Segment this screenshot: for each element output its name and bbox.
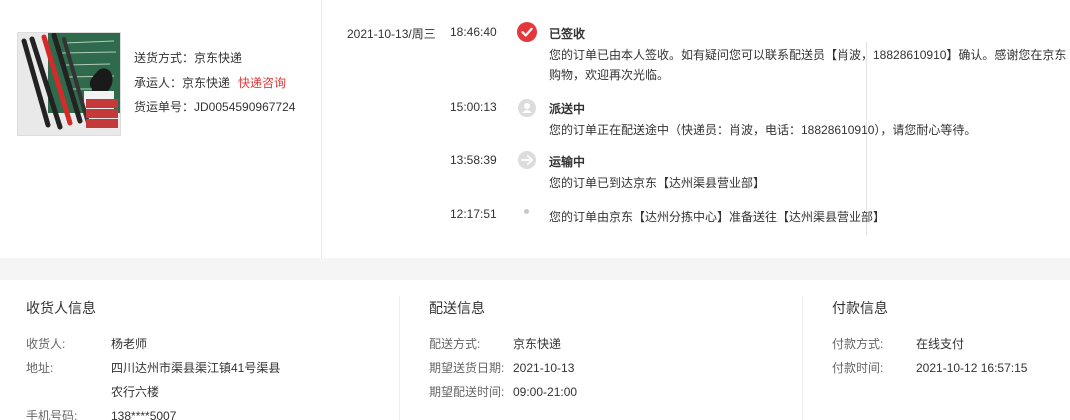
product-image xyxy=(18,33,120,135)
carrier-row: 送货方式：京东快递 xyxy=(134,46,295,71)
carrier-value: 京东快递 xyxy=(194,51,243,65)
delivery-title: 配送信息 xyxy=(429,300,485,316)
receiver-address-line1: 四川达州市渠县渠江镇41号渠县 xyxy=(111,361,281,375)
delivery-date-row: 期望送货日期: 2021-10-13 xyxy=(429,356,799,380)
logistics-panel: 送货方式：京东快递 承运人：京东快递 快递咨询 货运单号：JD0054590967… xyxy=(0,0,1070,258)
payment-title: 付款信息 xyxy=(832,300,888,316)
shipper-row: 承运人：京东快递 快递咨询 xyxy=(134,71,295,96)
delivery-method-value: 京东快递 xyxy=(513,337,562,351)
delivery-time-label: 期望配送时间: xyxy=(429,385,505,399)
receiver-phone-value: 138****5007 xyxy=(111,409,177,420)
section-divider xyxy=(0,258,1070,280)
tracking-label: 货运单号： xyxy=(134,100,195,114)
carrier-label: 送货方式： xyxy=(134,51,195,65)
dot-icon xyxy=(524,209,529,214)
receiver-info: 收货人信息 收货人: 杨老师 地址: 四川达州市渠县渠江镇41号渠县 农行六楼 … xyxy=(26,296,396,420)
delivery-time-row: 期望配送时间: 09:00-21:00 xyxy=(429,380,799,404)
payment-method-row: 付款方式: 在线支付 xyxy=(832,332,1062,356)
delivery-date-label: 期望送货日期: xyxy=(429,361,505,375)
timeline-time: 13:58:39 xyxy=(450,153,497,167)
receiver-address-label: 地址: xyxy=(26,361,54,375)
payment-info: 付款信息 付款方式: 在线支付 付款时间: 2021-10-12 16:57:1… xyxy=(832,296,1062,420)
receiver-address-row2: 农行六楼 xyxy=(26,380,396,404)
receiver-phone-label: 手机号码: xyxy=(26,409,78,420)
timeline-time: 12:17:51 xyxy=(450,207,497,221)
delivery-method-label: 配送方式: xyxy=(429,337,481,351)
timeline-desc: 您的订单已到达京东【达州渠县营业部】 xyxy=(549,176,766,190)
column-divider xyxy=(399,296,400,420)
receiver-address-row: 地址: 四川达州市渠县渠江镇41号渠县 xyxy=(26,356,396,380)
receiver-title: 收货人信息 xyxy=(26,300,96,316)
timeline-status: 派送中 xyxy=(549,102,586,116)
receiver-name-row: 收货人: 杨老师 xyxy=(26,332,396,356)
shipper-label: 承运人： xyxy=(134,75,183,90)
timeline-date: 2021-10-13/周三 xyxy=(347,27,436,41)
payment-method-label: 付款方式: xyxy=(832,337,884,351)
check-icon xyxy=(517,22,537,42)
tracking-timeline: 2021-10-13/周三 18:46:40 已签收 您的订单已由本人签收。如有… xyxy=(340,0,1070,258)
shipper-value: 京东快递 xyxy=(182,75,231,90)
timeline-status: 运输中 xyxy=(549,155,586,169)
receiver-phone-row: 手机号码: 138****5007 xyxy=(26,404,396,420)
shipping-info: 送货方式：京东快递 承运人：京东快递 快递咨询 货运单号：JD0054590967… xyxy=(134,46,295,120)
courier-icon xyxy=(518,99,536,117)
package-summary: 送货方式：京东快递 承运人：京东快递 快递咨询 货运单号：JD0054590967… xyxy=(0,0,322,258)
receiver-name-value: 杨老师 xyxy=(111,337,148,351)
product-thumbnail[interactable] xyxy=(17,32,121,136)
tracking-row: 货运单号：JD0054590967724 xyxy=(134,95,295,120)
timeline-time: 15:00:13 xyxy=(450,100,497,114)
tracking-number: JD0054590967724 xyxy=(194,100,296,114)
timeline-desc: 您的订单由京东【达州分拣中心】准备送往【达州渠县营业部】 xyxy=(549,210,886,224)
timeline-desc: 您的订单已由本人签收。如有疑问您可以联系配送员【肖波，18828610910】确… xyxy=(549,48,1067,82)
timeline-desc: 您的订单正在配送途中（快递员：肖波，电话：18828610910），请您耐心等待… xyxy=(549,123,977,137)
receiver-address-line2: 农行六楼 xyxy=(111,385,160,399)
delivery-method-row: 配送方式: 京东快递 xyxy=(429,332,799,356)
payment-method-value: 在线支付 xyxy=(916,337,965,351)
payment-time-value: 2021-10-12 16:57:15 xyxy=(916,361,1028,375)
delivery-time-value: 09:00-21:00 xyxy=(513,385,578,399)
order-info: 收货人信息 收货人: 杨老师 地址: 四川达州市渠县渠江镇41号渠县 农行六楼 … xyxy=(0,280,1070,420)
delivery-info: 配送信息 配送方式: 京东快递 期望送货日期: 2021-10-13 期望配送时… xyxy=(429,296,799,420)
timeline-time: 18:46:40 xyxy=(450,25,497,39)
column-divider xyxy=(802,296,803,420)
timeline-status: 已签收 xyxy=(549,27,586,41)
courier-consult-link[interactable]: 快递咨询 xyxy=(238,76,286,90)
delivery-date-value: 2021-10-13 xyxy=(513,361,575,375)
payment-time-label: 付款时间: xyxy=(832,361,884,375)
payment-time-row: 付款时间: 2021-10-12 16:57:15 xyxy=(832,356,1062,380)
transport-icon xyxy=(518,151,536,169)
receiver-name-label: 收货人: xyxy=(26,337,66,351)
